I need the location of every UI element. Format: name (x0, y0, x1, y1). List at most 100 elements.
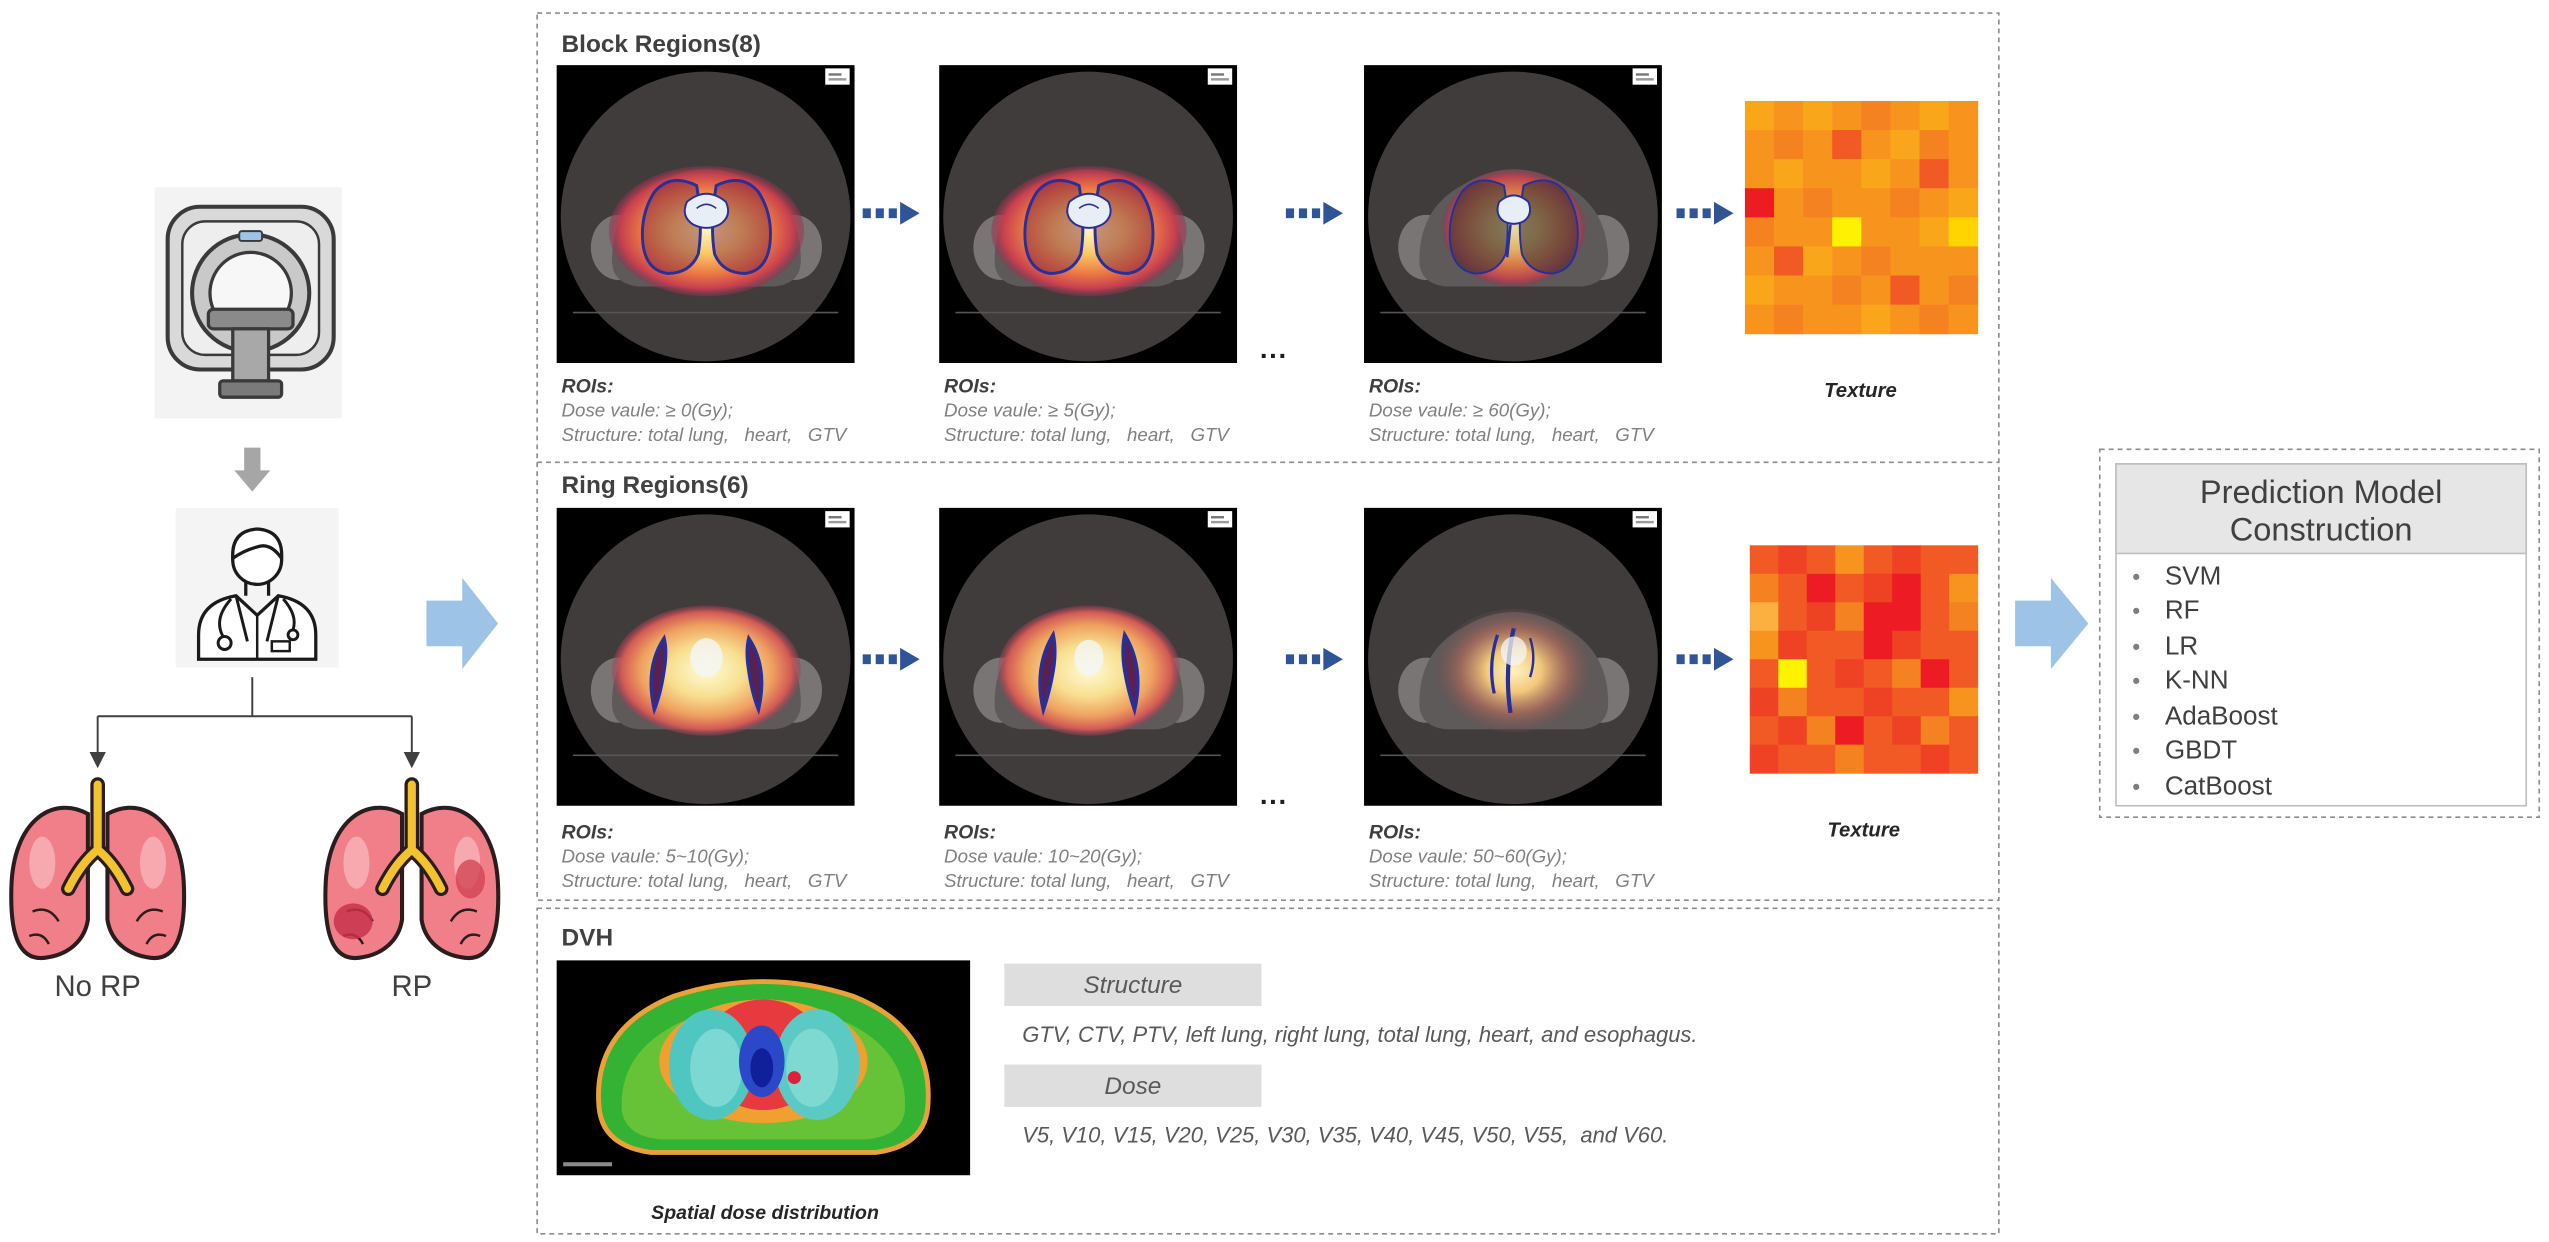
down-arrow-icon (234, 447, 271, 492)
texture-cell (1861, 188, 1891, 218)
bullet-icon: • (2132, 668, 2140, 694)
model-item: SVM (2165, 560, 2221, 590)
texture-cell (1774, 275, 1804, 306)
texture-label: Texture (1827, 820, 1900, 842)
texture-cell (1892, 744, 1922, 774)
texture-cell (1890, 130, 1920, 160)
model-item: GBDT (2165, 735, 2237, 765)
texture-cell (1835, 602, 1865, 632)
spatial-dose-caption: Spatial dose distribution (651, 1202, 879, 1224)
texture-cell (1774, 130, 1804, 160)
texture-cell (1835, 573, 1865, 603)
texture-cell (1806, 573, 1836, 603)
texture-cell (1920, 573, 1950, 603)
texture-cell (1803, 130, 1833, 160)
texture-cell (1863, 687, 1893, 717)
texture-cell (1832, 159, 1862, 189)
ellipsis: ... (1260, 779, 1288, 810)
texture-cell (1920, 687, 1950, 717)
flow-arrow-icon (2015, 577, 2089, 670)
texture-cell (1778, 687, 1808, 717)
texture-cell (1803, 304, 1833, 335)
ct-scanner-icon (154, 187, 342, 419)
dotted-arrow-icon (1285, 647, 1343, 671)
texture-cell (1803, 159, 1833, 189)
texture-cell (1803, 188, 1833, 218)
texture-cell (1949, 716, 1979, 746)
texture-cell (1803, 275, 1833, 306)
texture-cell (1949, 687, 1979, 717)
dose-metrics-text: V5, V10, V15, V20, V25, V30, V35, V40, V… (1022, 1123, 1668, 1148)
texture-cell (1892, 687, 1922, 717)
ring-regions-title: Ring Regions(6) (562, 472, 749, 499)
texture-cell (1744, 100, 1775, 131)
texture-cell (1892, 545, 1922, 575)
dotted-arrow-icon (1285, 201, 1343, 225)
texture-cell (1806, 602, 1836, 632)
texture-cell (1861, 130, 1891, 160)
texture-cell (1948, 130, 1979, 160)
block-ct-image (1363, 64, 1663, 364)
texture-cell (1835, 716, 1865, 746)
ellipsis: ... (1260, 333, 1288, 364)
doctor-icon (175, 507, 339, 668)
bullet-icon: • (2132, 738, 2140, 764)
prediction-title-line1: Prediction Model (2200, 474, 2442, 510)
ring-ct-image (938, 507, 1238, 807)
roi-label: ROIs: (1369, 375, 1421, 397)
texture-cell (1920, 630, 1950, 660)
texture-cell (1749, 687, 1779, 717)
texture-cell (1948, 100, 1979, 131)
texture-cell (1744, 130, 1775, 160)
model-item: K-NN (2165, 665, 2229, 695)
texture-cell (1778, 630, 1808, 660)
texture-cell (1835, 545, 1865, 575)
arrow-head-icon (403, 752, 420, 769)
texture-cell (1919, 188, 1950, 218)
texture-cell (1832, 275, 1862, 306)
dose-tag-label: Dose (1104, 1073, 1161, 1100)
texture-cell (1774, 217, 1804, 247)
texture-cell (1832, 217, 1862, 247)
texture-cell (1920, 716, 1950, 746)
texture-cell (1806, 630, 1836, 660)
structure-list: Structure: total lung, heart, GTV (944, 870, 1230, 891)
roi-label: ROIs: (562, 375, 614, 397)
texture-cell (1806, 659, 1836, 689)
texture-cell (1919, 100, 1950, 131)
texture-cell (1948, 275, 1979, 306)
texture-cell (1948, 246, 1979, 277)
texture-cell (1835, 630, 1865, 660)
healthy-lungs-icon (11, 785, 184, 958)
texture-cell (1948, 304, 1979, 335)
arrow-head-icon (89, 752, 106, 769)
texture-cell (1890, 275, 1920, 306)
texture-cell (1863, 545, 1893, 575)
texture-cell (1892, 716, 1922, 746)
texture-cell (1744, 159, 1775, 189)
texture-cell (1832, 304, 1862, 335)
texture-cell (1919, 304, 1950, 335)
texture-cell (1778, 573, 1808, 603)
block-ct-image (555, 64, 856, 364)
texture-cell (1749, 573, 1779, 603)
texture-cell (1890, 159, 1920, 189)
dose-range: Dose vaule: ≥ 5(Gy); (944, 400, 1115, 421)
dose-range: Dose vaule: 50~60(Gy); (1369, 846, 1567, 867)
texture-cell (1948, 159, 1979, 189)
model-item: AdaBoost (2165, 700, 2279, 730)
texture-cell (1949, 573, 1979, 603)
outcome-tree (96, 677, 413, 754)
texture-cell (1778, 744, 1808, 774)
prediction-model-panel: Prediction Model Construction • SVM • RF… (2098, 448, 2541, 818)
texture-cell (1803, 100, 1833, 131)
dotted-arrow-icon (1676, 201, 1734, 225)
texture-cell (1861, 217, 1891, 247)
texture-cell (1919, 217, 1950, 247)
structure-list-text: GTV, CTV, PTV, left lung, right lung, to… (1022, 1022, 1697, 1047)
texture-label: Texture (1824, 380, 1897, 402)
texture-cell (1744, 217, 1775, 247)
roi-label: ROIs: (1369, 821, 1421, 843)
block-regions-title: Block Regions(8) (562, 31, 761, 58)
regions-panel: Block Regions(8) ... ROIs: Dose vaule: ≥… (536, 12, 2000, 901)
